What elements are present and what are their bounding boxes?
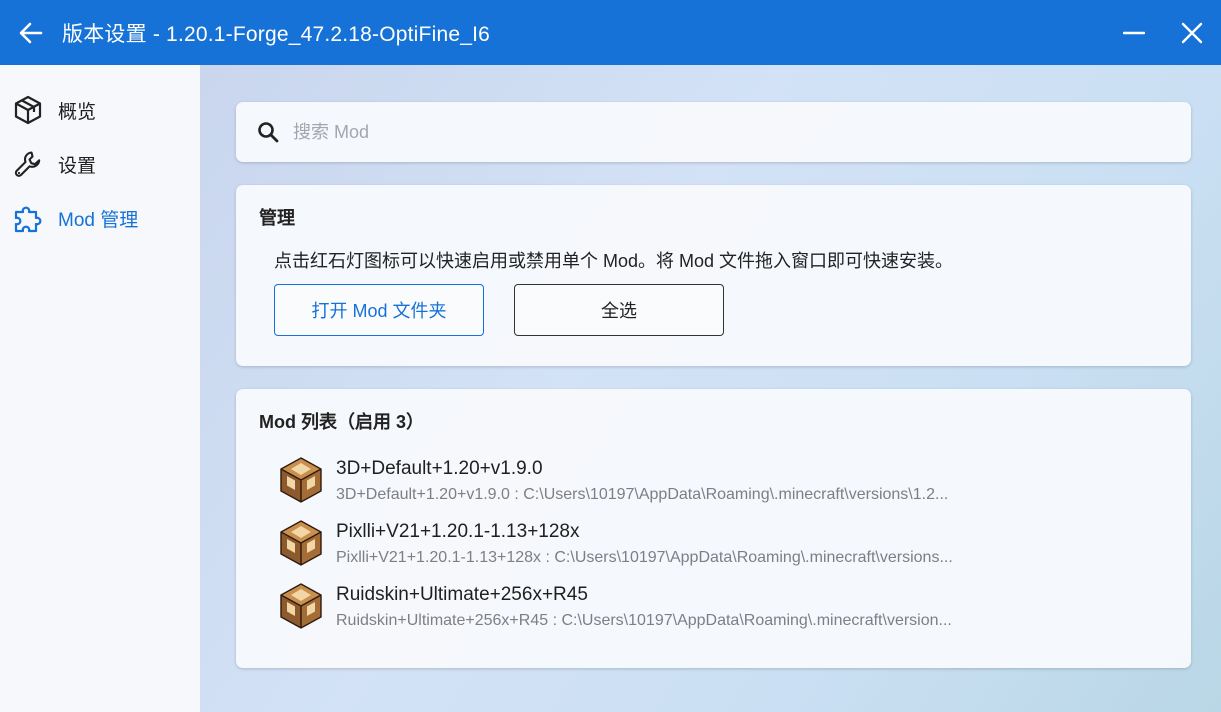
search-bar: [236, 102, 1191, 162]
redstone-lamp-icon[interactable]: [278, 457, 324, 503]
close-icon: [1181, 22, 1203, 43]
sidebar: 概览 设置 Mod 管理: [0, 65, 200, 712]
puzzle-icon: [11, 201, 45, 235]
sidebar-item-label: 设置: [58, 155, 97, 177]
manage-title: 管理: [259, 208, 295, 228]
arrow-left-icon: [19, 22, 43, 43]
title-bar: 版本设置 - 1.20.1-Forge_47.2.18-OptiFine_I6: [0, 0, 1221, 65]
manage-card: 管理 点击红石灯图标可以快速启用或禁用单个 Mod。将 Mod 文件拖入窗口即可…: [236, 185, 1191, 366]
sidebar-item-overview[interactable]: 概览: [0, 83, 200, 137]
mod-list-title: Mod 列表（启用 3）: [259, 412, 424, 432]
sidebar-item-label: 概览: [58, 101, 97, 123]
mod-name: 3D+Default+1.20+v1.9.0: [336, 458, 543, 479]
open-mod-folder-button[interactable]: 打开 Mod 文件夹: [274, 284, 484, 336]
redstone-lamp-icon[interactable]: [278, 583, 324, 629]
sidebar-item-label: Mod 管理: [58, 209, 139, 231]
cube-icon: [11, 93, 45, 127]
list-item[interactable]: Ruidskin+Ultimate+256x+R45 Ruidskin+Ulti…: [278, 579, 1158, 639]
window-controls: [1105, 0, 1221, 65]
sidebar-item-mod-management[interactable]: Mod 管理: [0, 191, 200, 245]
minimize-button[interactable]: [1105, 0, 1163, 65]
search-icon: [258, 122, 279, 143]
window-title: 版本设置 - 1.20.1-Forge_47.2.18-OptiFine_I6: [62, 22, 490, 46]
manage-description: 点击红石灯图标可以快速启用或禁用单个 Mod。将 Mod 文件拖入窗口即可快速安…: [274, 251, 954, 271]
wrench-icon: [11, 147, 45, 181]
mod-path: Ruidskin+Ultimate+256x+R45 : C:\Users\10…: [336, 612, 952, 629]
back-button[interactable]: [0, 0, 62, 65]
close-button[interactable]: [1163, 0, 1221, 65]
mod-path: Pixlli+V21+1.20.1-1.13+128x : C:\Users\1…: [336, 549, 953, 566]
sidebar-item-settings[interactable]: 设置: [0, 137, 200, 191]
select-all-button[interactable]: 全选: [514, 284, 724, 336]
list-item[interactable]: Pixlli+V21+1.20.1-1.13+128x Pixlli+V21+1…: [278, 516, 1158, 576]
mod-name: Pixlli+V21+1.20.1-1.13+128x: [336, 521, 580, 542]
redstone-lamp-icon[interactable]: [278, 520, 324, 566]
minimize-icon: [1123, 31, 1145, 34]
mod-path: 3D+Default+1.20+v1.9.0 : C:\Users\10197\…: [336, 486, 949, 503]
list-item[interactable]: 3D+Default+1.20+v1.9.0 3D+Default+1.20+v…: [278, 453, 1158, 513]
mod-name: Ruidskin+Ultimate+256x+R45: [336, 584, 588, 605]
mod-list-card: Mod 列表（启用 3） 3D+Default+1.20+v1.9.0 3D+D…: [236, 389, 1191, 668]
search-input[interactable]: [293, 121, 1153, 143]
main-content: 管理 点击红石灯图标可以快速启用或禁用单个 Mod。将 Mod 文件拖入窗口即可…: [200, 65, 1221, 712]
